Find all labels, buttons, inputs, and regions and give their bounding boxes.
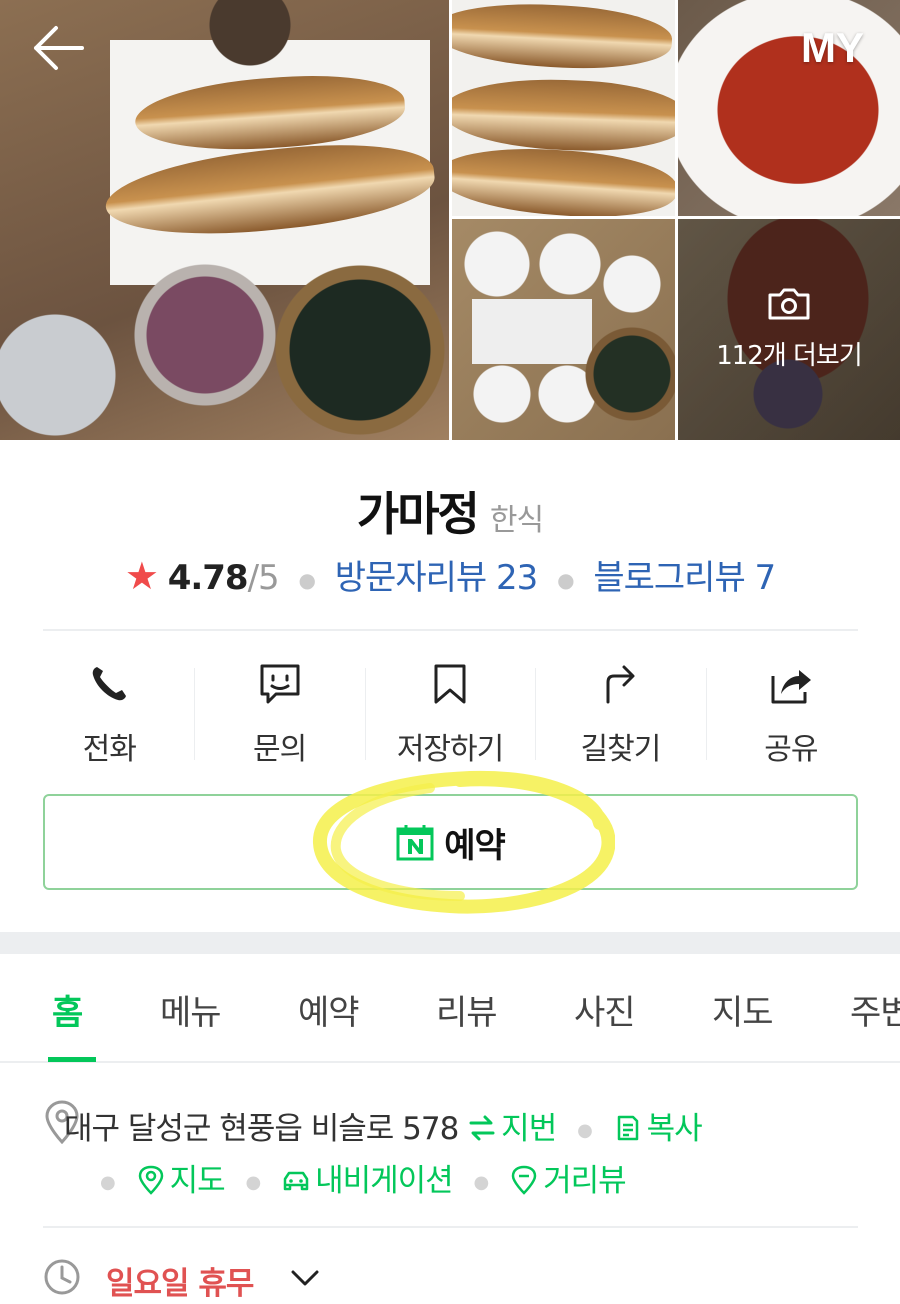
photo-gallery[interactable]: 112개 더보기 MY — [0, 0, 900, 440]
place-name: 가마정 — [356, 487, 480, 541]
place-category: 한식 — [489, 503, 544, 538]
separator-dot: ● — [577, 1120, 593, 1141]
separator-dot: ● — [473, 1172, 490, 1193]
jibeon-label: 지번 — [501, 1111, 557, 1147]
bookmark-icon — [434, 664, 466, 704]
fish-image — [132, 68, 408, 158]
reserve-label: 예약 — [444, 825, 506, 866]
tab-reservation[interactable]: 예약 — [298, 985, 360, 1034]
visitor-reviews-link[interactable]: 방문자리뷰 23 — [335, 558, 538, 598]
separator-dot: ● — [245, 1172, 261, 1193]
separator-dot: ● — [557, 567, 574, 592]
save-label: 저장하기 — [396, 732, 504, 767]
tab-nearby[interactable]: 주변 — [850, 985, 900, 1034]
arrow-left-icon[interactable] — [30, 22, 86, 74]
tab-bar: 홈 메뉴 예약 리뷰 사진 지도 주변 — [0, 955, 900, 1063]
streetview-link[interactable]: 거리뷰 — [509, 1163, 627, 1199]
business-hours-status[interactable]: 일요일 휴무 — [106, 1258, 254, 1303]
camera-icon — [768, 288, 810, 320]
phone-icon — [92, 667, 127, 701]
share-label: 공유 — [764, 732, 818, 767]
call-label: 전화 — [82, 732, 137, 767]
reserve-button[interactable]: 예약 — [43, 794, 858, 890]
fish-image — [452, 75, 675, 155]
map-label: 지도 — [169, 1163, 226, 1199]
car-icon — [283, 1171, 309, 1191]
rating-score: 4.78 — [167, 558, 249, 598]
address-row: 대구 달성군 현풍읍 비슬로 578 지번 ● 복사 — [64, 1103, 703, 1148]
star-icon: ★ — [124, 554, 159, 598]
copy-label: 복사 — [646, 1111, 703, 1147]
copy-button[interactable]: 복사 — [613, 1111, 703, 1147]
streetview-label: 거리뷰 — [543, 1163, 627, 1199]
fish-image — [452, 141, 675, 216]
separator-dot: ● — [298, 567, 316, 592]
inquiry-button[interactable]: 문의 — [194, 660, 364, 770]
inquiry-label: 문의 — [253, 732, 307, 767]
fish-image — [101, 132, 439, 248]
address-links-row: ● 지도 ● 내비게이션 ● 거리뷰 — [100, 1155, 627, 1200]
chat-icon — [260, 664, 300, 704]
rating-max: /5 — [247, 558, 280, 598]
copy-icon — [617, 1115, 638, 1141]
tab-photo[interactable]: 사진 — [574, 985, 636, 1034]
active-tab-indicator — [48, 1057, 96, 1062]
tab-map[interactable]: 지도 — [712, 985, 774, 1034]
share-button[interactable]: 공유 — [705, 660, 876, 770]
share-icon — [771, 670, 811, 704]
photo-thumb-2[interactable] — [678, 0, 900, 216]
fish-image — [452, 0, 674, 74]
section-separator — [0, 932, 900, 954]
swap-icon — [469, 1115, 495, 1141]
call-button[interactable]: 전화 — [24, 660, 194, 770]
address-text: 대구 달성군 현풍읍 비슬로 578 — [64, 1111, 459, 1147]
divider — [43, 629, 858, 631]
map-pin-icon — [138, 1165, 163, 1195]
save-button[interactable]: 저장하기 — [364, 660, 535, 770]
my-button[interactable]: MY — [801, 24, 864, 72]
tab-menu[interactable]: 메뉴 — [160, 985, 222, 1034]
rating-row: ★ 4.78/5 ● 방문자리뷰 23 ● 블로그리뷰 7 — [0, 550, 900, 599]
directions-button[interactable]: 길찾기 — [535, 660, 705, 770]
directions-icon — [606, 665, 635, 704]
tab-home[interactable]: 홈 — [52, 985, 83, 1034]
streetview-icon — [511, 1165, 537, 1195]
clock-icon — [44, 1259, 80, 1295]
jibeon-toggle[interactable]: 지번 — [467, 1111, 565, 1147]
directions-label: 길찾기 — [580, 732, 662, 767]
navigation-label: 내비게이션 — [315, 1163, 454, 1199]
more-photos-button[interactable]: 112개 더보기 — [678, 219, 900, 440]
photo-thumb-3[interactable] — [452, 219, 675, 440]
tab-review[interactable]: 리뷰 — [436, 985, 498, 1034]
more-photos-label: 112개 더보기 — [716, 341, 863, 371]
chevron-down-icon[interactable] — [290, 1268, 320, 1288]
place-title-row: 가마정 한식 — [0, 478, 900, 544]
photo-thumb-1[interactable] — [452, 0, 675, 216]
divider — [43, 1226, 858, 1228]
separator-dot: ● — [100, 1172, 116, 1193]
blog-reviews-link[interactable]: 블로그리뷰 7 — [593, 558, 776, 598]
map-link[interactable]: 지도 — [136, 1163, 234, 1199]
action-bar: 전화 문의 저장하기 길찾기 공유 — [24, 660, 876, 770]
naver-calendar-icon — [396, 825, 434, 861]
navigation-link[interactable]: 내비게이션 — [281, 1163, 461, 1199]
